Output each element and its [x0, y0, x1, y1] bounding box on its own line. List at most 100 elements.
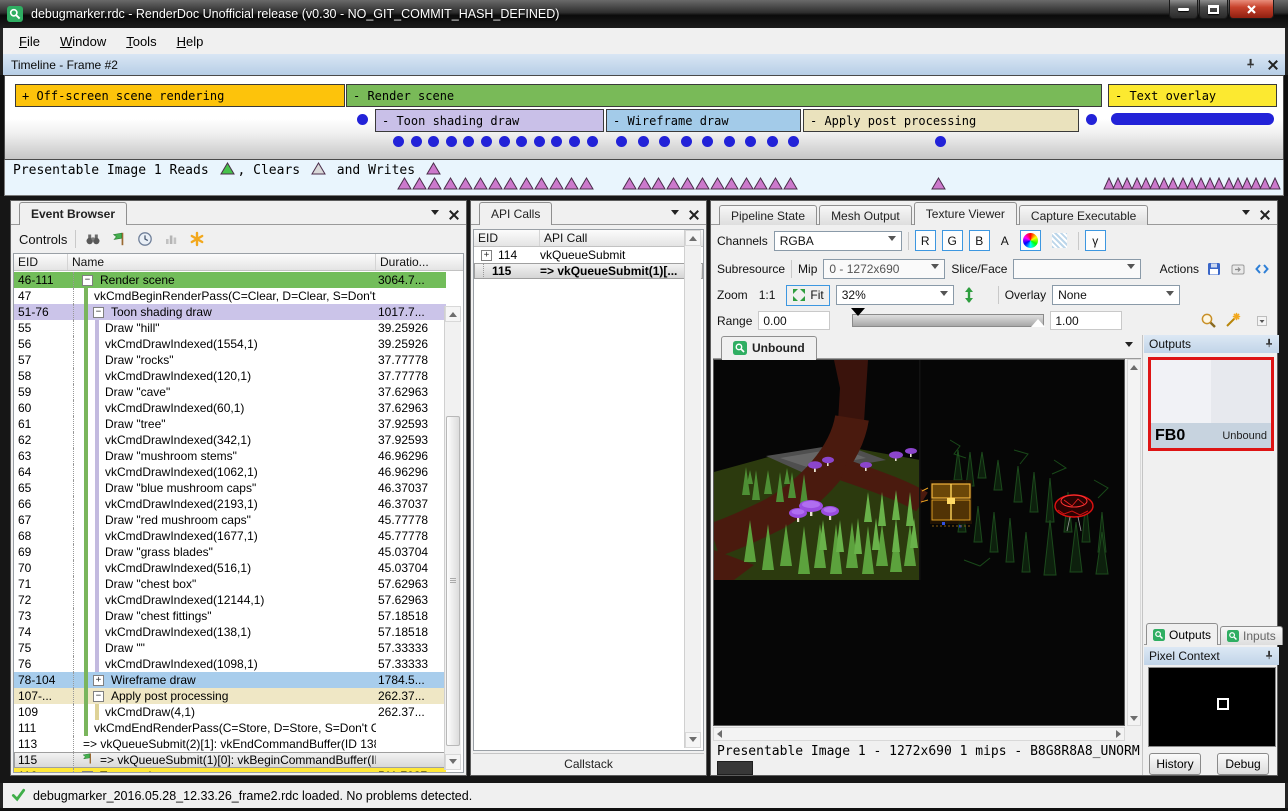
menu-window[interactable]: Window: [50, 31, 116, 52]
write-marker-icon[interactable]: [427, 177, 442, 195]
write-marker-icon[interactable]: [666, 177, 681, 195]
write-marker-icon[interactable]: [443, 177, 458, 195]
write-marker-icon[interactable]: [503, 177, 518, 195]
event-row-109[interactable]: 109vkCmdDraw(4,1)262.37...: [14, 704, 446, 720]
write-marker-icon[interactable]: [579, 177, 594, 195]
draw-event-dot[interactable]: [499, 136, 510, 147]
write-marker-icon[interactable]: [488, 177, 503, 195]
custom-display-button[interactable]: [1020, 230, 1041, 251]
draw-event-dot[interactable]: [393, 136, 404, 147]
range-black-point-handle[interactable]: [851, 308, 865, 323]
pin-icon[interactable]: [1264, 337, 1274, 351]
zoom-select[interactable]: 32%: [836, 285, 954, 305]
event-row-56[interactable]: 56vkCmdDrawIndexed(1554,1)39.25926: [14, 336, 446, 352]
draw-event-dot[interactable]: [446, 136, 457, 147]
column-eid[interactable]: EID: [474, 230, 540, 246]
open-texture-list-icon[interactable]: [1253, 260, 1271, 278]
write-marker-icon[interactable]: [724, 177, 739, 195]
find-event-icon[interactable]: [84, 230, 102, 248]
event-row-60[interactable]: 60vkCmdDrawIndexed(60,1)37.62963: [14, 400, 446, 416]
timeline-bar-off-screen-scene-rendering[interactable]: + Off-screen scene rendering: [15, 84, 345, 107]
draw-event-dot[interactable]: [551, 136, 562, 147]
minimize-button[interactable]: [1169, 0, 1198, 19]
draw-event-dot[interactable]: [767, 136, 778, 147]
callstack-bar[interactable]: Callstack: [473, 753, 704, 773]
scroll-down-icon[interactable]: [1128, 712, 1140, 725]
write-marker-icon[interactable]: [549, 177, 564, 195]
range-max-input[interactable]: 1.00: [1050, 311, 1122, 330]
write-marker-icon[interactable]: [412, 177, 427, 195]
write-marker-icon[interactable]: [622, 177, 637, 195]
channels-select[interactable]: RGBA: [774, 231, 902, 251]
write-marker-icon[interactable]: [931, 177, 946, 195]
write-marker-icon[interactable]: [473, 177, 488, 195]
texture-horizontal-scrollbar[interactable]: [713, 727, 1125, 741]
timeline-bar-toon-shading-draw[interactable]: - Toon shading draw: [375, 109, 604, 132]
draw-event-dot[interactable]: [659, 136, 670, 147]
menu-help[interactable]: Help: [167, 31, 214, 52]
write-marker-icon[interactable]: [534, 177, 549, 195]
tab-capture-executable[interactable]: Capture Executable: [1019, 205, 1148, 225]
menu-file[interactable]: File: [9, 31, 50, 52]
history-button[interactable]: History: [1149, 753, 1201, 775]
range-slider[interactable]: [852, 314, 1044, 327]
texture-display[interactable]: [713, 359, 1125, 726]
slice-face-select[interactable]: [1013, 259, 1141, 279]
event-browser-close-icon[interactable]: [449, 210, 458, 219]
channel-red-button[interactable]: R: [915, 230, 936, 251]
time-durations-icon[interactable]: [136, 230, 154, 248]
event-row-116[interactable]: 116-...+Text overlay511.7037: [14, 768, 446, 772]
tab-api-calls[interactable]: API Calls: [479, 202, 552, 225]
event-row-78-104[interactable]: 78-104+Wireframe draw1784.5...: [14, 672, 446, 688]
write-marker-icon[interactable]: [637, 177, 652, 195]
draw-event-dot[interactable]: [357, 114, 368, 125]
draw-event-dot[interactable]: [534, 136, 545, 147]
scroll-up-icon[interactable]: [685, 230, 701, 246]
write-marker-icon[interactable]: [680, 177, 695, 195]
timeline-close-icon[interactable]: [1268, 60, 1277, 69]
collapse-icon[interactable]: −: [93, 691, 104, 702]
draw-event-dot[interactable]: [616, 136, 627, 147]
tab-mesh-output[interactable]: Mesh Output: [819, 205, 912, 225]
draw-event-dot[interactable]: [587, 136, 598, 147]
collapse-icon[interactable]: −: [93, 307, 104, 318]
channel-green-button[interactable]: G: [942, 230, 963, 251]
event-row-115[interactable]: 115=> vkQueueSubmit(1)[0]: vkBeginComman…: [14, 752, 446, 768]
tab-outputs[interactable]: Outputs: [1146, 623, 1218, 645]
write-marker-icon[interactable]: [768, 177, 783, 195]
write-marker-icon[interactable]: [519, 177, 534, 195]
event-row-55[interactable]: 55Draw "hill"39.25926: [14, 320, 446, 336]
collapse-icon[interactable]: −: [82, 275, 93, 286]
scrollbar-thumb[interactable]: [446, 416, 460, 746]
pin-icon[interactable]: [1264, 649, 1274, 663]
column-eid[interactable]: EID: [14, 254, 68, 270]
draw-event-dot[interactable]: [681, 136, 692, 147]
tab-unbound-texture[interactable]: Unbound: [721, 336, 817, 359]
output-thumbnail-fb0[interactable]: FB0 Unbound: [1148, 357, 1274, 451]
event-row-70[interactable]: 70vkCmdDrawIndexed(516,1)45.03704: [14, 560, 446, 576]
event-row-71[interactable]: 71Draw "chest box"57.62963: [14, 576, 446, 592]
pin-icon[interactable]: [1245, 58, 1256, 72]
event-row-59[interactable]: 59Draw "cave"37.62963: [14, 384, 446, 400]
write-marker-icon[interactable]: [753, 177, 768, 195]
tab-inputs[interactable]: Inputs: [1220, 626, 1283, 645]
menu-tools[interactable]: Tools: [116, 31, 166, 52]
expand-icon[interactable]: +: [82, 771, 93, 773]
tab-texture-viewer[interactable]: Texture Viewer: [914, 202, 1017, 225]
expand-icon[interactable]: +: [93, 675, 104, 686]
bookmark-flag-icon[interactable]: [110, 230, 128, 248]
event-row-46-111[interactable]: 46-111−Render scene3064.7...: [14, 272, 446, 288]
texture-vertical-scrollbar[interactable]: [1127, 359, 1141, 726]
maximize-button[interactable]: [1199, 0, 1228, 19]
event-browser-scrollbar[interactable]: [444, 306, 461, 770]
channel-blue-button[interactable]: B: [969, 230, 990, 251]
tab-pipeline-state[interactable]: Pipeline State: [719, 205, 817, 225]
write-marker-icon[interactable]: [783, 177, 798, 195]
draw-event-dot[interactable]: [428, 136, 439, 147]
draw-event-dot[interactable]: [463, 136, 474, 147]
draw-event-dot[interactable]: [702, 136, 713, 147]
dock-menu-icon[interactable]: [1242, 210, 1250, 219]
event-row-65[interactable]: 65Draw "blue mushroom caps"46.37037: [14, 480, 446, 496]
timeline-bar-render-scene[interactable]: - Render scene: [346, 84, 1102, 107]
alpha-checker-button[interactable]: [1047, 230, 1072, 251]
